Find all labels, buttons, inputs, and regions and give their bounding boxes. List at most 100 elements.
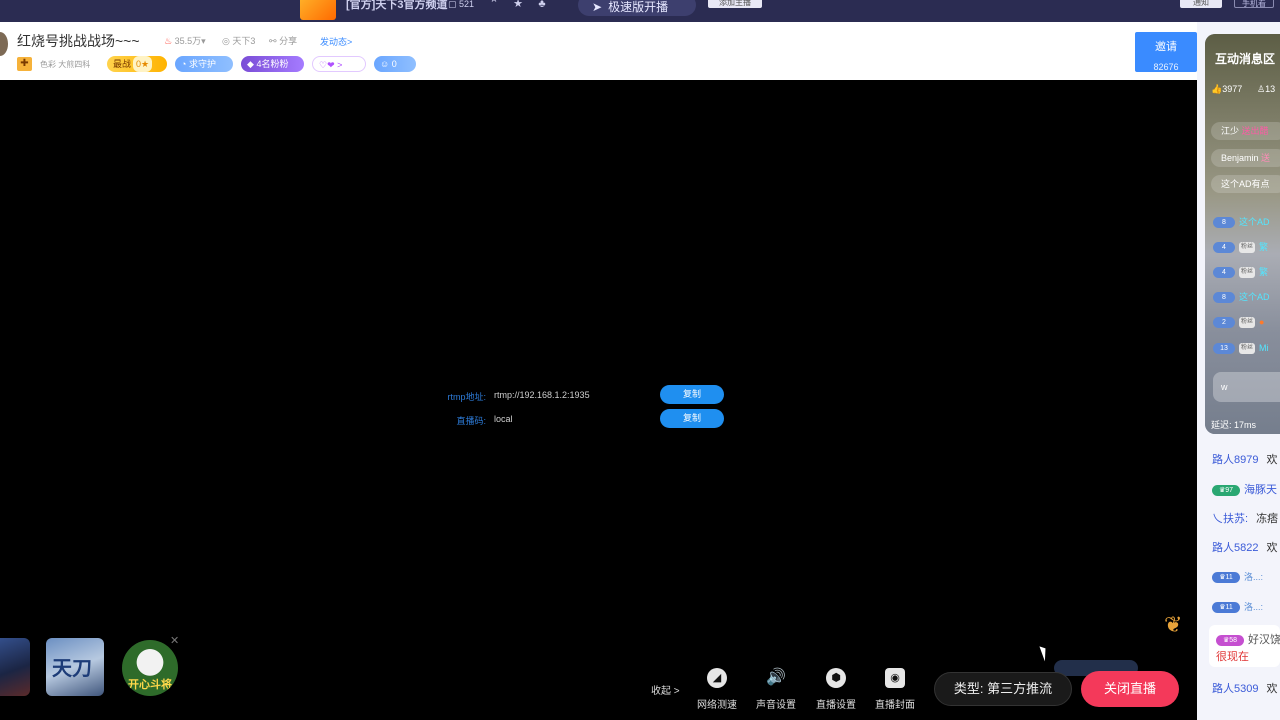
chat-text: 欢 <box>1266 454 1278 466</box>
invite-label: 邀请 <box>1155 41 1177 53</box>
row-text: 送 <box>1261 153 1271 163</box>
row-user[interactable]: Benjamin <box>1221 153 1259 163</box>
level-tag: ♛58 <box>1216 634 1244 646</box>
likes-stat: 👍3977 <box>1211 84 1242 95</box>
user-badge[interactable]: ☺ 0 <box>374 56 416 72</box>
row-user[interactable]: 江少 <box>1221 126 1239 136</box>
person-icon: ♙ <box>1257 84 1266 94</box>
fans-badge[interactable]: ◆ 4名粉粉 <box>241 56 304 72</box>
chat-user[interactable]: 洛...: <box>1244 602 1263 612</box>
chat-message: ♛11 洛...: <box>1212 598 1271 616</box>
wing-icon[interactable]: ❦ <box>1164 612 1182 638</box>
play-icon: ◎ <box>222 36 230 46</box>
interaction-row: 这个AD有点 <box>1211 175 1280 193</box>
mouse-cursor-icon <box>1039 644 1050 662</box>
fire-icon: ♨ <box>164 36 173 46</box>
add-host-button[interactable]: 添加主播 <box>708 0 762 8</box>
close-icon[interactable]: ✕ <box>170 634 179 647</box>
row-text: 这个AD有点 <box>1221 179 1270 189</box>
copy-rtmp-button[interactable]: 复制 <box>660 385 724 404</box>
invite-button[interactable]: 邀请 82676 <box>1135 32 1197 72</box>
audio-settings-button[interactable]: 🔊 声音设置 <box>751 668 801 711</box>
item-text: 这个AD <box>1239 292 1270 302</box>
item-text: 繁 <box>1259 267 1269 277</box>
interaction-item: 8 这个AD <box>1213 215 1270 229</box>
chat-user[interactable]: 洛...: <box>1244 572 1263 582</box>
item-text: 繁 <box>1259 242 1269 252</box>
chat-message: 路人5309 欢 <box>1212 680 1277 698</box>
row-text: 送出醋 <box>1241 126 1269 136</box>
level-chip: 4 <box>1213 242 1235 254</box>
interaction-row: 江少 送出醋 <box>1211 122 1280 140</box>
interaction-item: 2 粉丝 ● <box>1213 315 1264 329</box>
live-settings-label: 直播设置 <box>816 700 856 711</box>
chat-user[interactable]: 好汉饶 <box>1248 634 1280 646</box>
fans-chip: 粉丝 <box>1239 267 1255 279</box>
members-icon[interactable]: ♣ <box>536 0 548 10</box>
gift-box-icon: ✚ <box>17 57 32 71</box>
chat-message: 路人5822 欢 <box>1212 539 1277 557</box>
star-icon[interactable]: ★ <box>512 0 524 10</box>
copy-key-button[interactable]: 复制 <box>660 409 724 428</box>
rank-label: 最战 <box>113 59 132 69</box>
chat-text: 很现在 <box>1216 651 1249 663</box>
app-window: [官方]天下3官方频道 ▢ 521 ⌃ ★ ♣ ➤ 极速版开播 添加主播 通知 手… <box>0 0 1280 720</box>
rank-level-value: 0 <box>136 59 142 69</box>
post-link[interactable]: 发动态> <box>320 35 352 48</box>
category-text[interactable]: 色彩 大煎四科 <box>40 59 90 70</box>
rank-badge[interactable]: 最战 0★ <box>107 56 167 72</box>
speaker-icon: 🔊 <box>766 669 786 686</box>
share-label: 分享 <box>279 36 298 46</box>
chat-user[interactable]: 路人5309 <box>1212 683 1258 695</box>
channel-logo[interactable] <box>300 0 336 20</box>
live-settings-button[interactable]: ⬢ 直播设置 <box>811 668 861 711</box>
cover-label: 直播封面 <box>875 700 915 711</box>
cover-button[interactable]: ◉ 直播封面 <box>870 668 920 711</box>
chat-user[interactable]: 乀扶苏: <box>1212 513 1248 525</box>
notify-button[interactable]: 通知 <box>1180 0 1222 8</box>
chat-message: ♛58 好汉饶 <box>1216 631 1280 649</box>
level-chip: 2 <box>1213 317 1235 329</box>
chat-user[interactable]: 路人5822 <box>1212 542 1258 554</box>
guard-badge[interactable]: ◔ 求守护 <box>175 56 233 72</box>
rtmp-value: rtmp://192.168.1.2:1935 <box>494 390 590 400</box>
chat-text: 冻痞 <box>1256 513 1279 525</box>
viewer-count: ▢ 521 <box>448 0 474 9</box>
top-bar: [官方]天下3官方频道 ▢ 521 ⌃ ★ ♣ ➤ 极速版开播 添加主播 通知 手… <box>0 0 1280 22</box>
chat-text: 欢 <box>1266 542 1278 554</box>
camera-icon: ◉ <box>885 668 905 688</box>
message-input[interactable]: w <box>1213 372 1280 402</box>
game-icon-3[interactable]: 开心斗将 <box>122 640 178 696</box>
interaction-item: 4 粉丝繁 <box>1213 240 1268 254</box>
game-icon-2[interactable]: 天刀 <box>46 638 104 696</box>
share-button[interactable]: ⚯ 分享 <box>269 34 297 47</box>
collapse-button[interactable]: 收起 > <box>651 682 680 697</box>
avatar[interactable] <box>0 32 8 56</box>
close-live-button[interactable]: 关闭直播 <box>1081 671 1179 707</box>
interaction-row: Benjamin 送 <box>1211 149 1280 167</box>
room-title[interactable]: 红烧号挑战战场~~~ <box>17 31 140 51</box>
area-label: 天下3 <box>232 36 256 46</box>
pin-icon[interactable]: ⌃ <box>488 0 500 10</box>
guard-label: 求守护 <box>188 59 216 69</box>
chat-message: 很现在 <box>1216 648 1249 666</box>
chat-user[interactable]: 海豚天 <box>1244 484 1277 496</box>
net-test-button[interactable]: ◢ 网络测速 <box>692 668 742 711</box>
mobile-view-button[interactable]: 手机看 <box>1234 0 1274 8</box>
stream-type-indicator: 类型: 第三方推流 <box>934 672 1072 706</box>
gift-label: > <box>337 60 343 70</box>
channel-title[interactable]: [官方]天下3官方频道 <box>346 0 447 16</box>
fans-label: 4名粉粉 <box>256 59 289 69</box>
chat-user[interactable]: 路人8979 <box>1212 454 1258 466</box>
hot-count-value: 35.5万 <box>174 36 202 46</box>
speed-mode-button[interactable]: ➤ 极速版开播 <box>578 0 696 16</box>
viewers-value: 13 <box>1265 84 1276 94</box>
level-tag: ♛11 <box>1212 571 1240 583</box>
stream-key-label: 直播码: <box>456 416 486 426</box>
game-icon-1[interactable] <box>0 638 30 696</box>
area-link[interactable]: ◎ 天下3 <box>222 34 255 47</box>
level-tag: ♛97 <box>1212 484 1240 496</box>
gift-badge[interactable]: ♡❤ > <box>312 56 366 72</box>
people-icon: ☺ <box>380 59 390 69</box>
rank-level: 0★ <box>133 56 153 72</box>
